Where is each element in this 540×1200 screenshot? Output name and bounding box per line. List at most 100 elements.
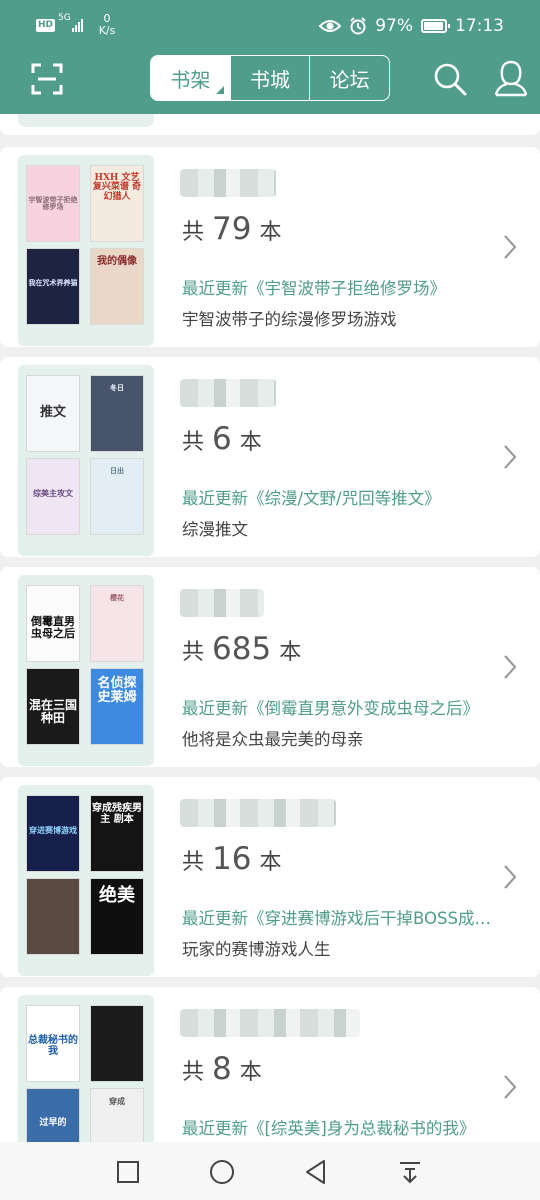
count-prefix: 共: [182, 220, 205, 245]
cover-title: 总裁秘书的我: [28, 1035, 78, 1057]
notification-pull-icon[interactable]: [396, 1158, 424, 1186]
cover-title: 过早的: [39, 1118, 67, 1128]
cover-title: 我在咒术界养猫: [28, 278, 78, 287]
book-cover: 综美主攻文: [26, 458, 80, 535]
count-suffix: 本: [259, 220, 282, 245]
booklist-card[interactable]: 倒霉直男 虫母之后 樱花 混在三国 种田 名侦探 史莱姆 共 685 本最近更新《倒霉直男意…: [0, 567, 540, 767]
status-right: 97% 17:13: [319, 14, 504, 38]
cover-title: 推文: [39, 405, 66, 420]
tab-bookstore[interactable]: 书城: [229, 56, 310, 100]
cover-title: 日出: [110, 466, 124, 475]
chevron-right-icon[interactable]: [502, 1073, 518, 1101]
cover-title: 绝美: [99, 885, 135, 906]
cover-title: 穿成残疾男主 剧本: [92, 803, 142, 825]
latest-update[interactable]: 最近更新《[综英美]身为总裁秘书的我》: [182, 1115, 494, 1139]
booklist-card[interactable]: 推文 冬日综美主攻文 日出 共 6 本最近更新《综漫/文野/咒回等推文》综漫推文: [0, 357, 540, 557]
cover-title: 倒霉直男 虫母之后: [31, 615, 75, 640]
book-cover: 我在咒术界养猫: [26, 248, 80, 325]
battery-fill: [424, 22, 444, 30]
status-bar: HD 5G 0 K/s 97% 17:13: [0, 0, 540, 48]
cover-title: 穿成: [109, 1096, 125, 1106]
cover-title: HXH 文艺复兴菜谱 奇幻猎人: [92, 173, 142, 202]
book-cover: 日出: [90, 458, 144, 535]
latest-update[interactable]: 最近更新《综漫/文野/咒回等推文》: [182, 485, 494, 509]
booklist-list: 宇智波带子拒绝修罗场 HXH 文艺复兴菜谱 奇幻猎人 我在咒术界养猫 我的偶像共 79 本…: [0, 114, 540, 1142]
tab-bookshelf[interactable]: 书架: [151, 56, 230, 100]
count-suffix: 本: [239, 430, 262, 455]
count-number: 8: [212, 1051, 232, 1087]
book-count: 共8本: [182, 1051, 262, 1087]
count-number: 79: [212, 211, 252, 247]
booklist-description: 他将是众虫最完美的母亲: [182, 730, 364, 749]
book-cover: 穿成残疾男主 剧本: [90, 795, 144, 872]
home-icon[interactable]: [208, 1158, 236, 1186]
hd-icon: HD: [36, 18, 56, 32]
latest-update[interactable]: 最近更新《穿进赛博游戏后干掉BOSS成功上位》: [182, 905, 494, 929]
cover-title: 穿进赛博游戏: [29, 825, 77, 835]
booklist-card[interactable]: 宇智波带子拒绝修罗场 HXH 文艺复兴菜谱 奇幻猎人我在咒术界养猫 我的偶像 共 79 本…: [0, 147, 540, 347]
booklist-description: 玩家的赛博游戏人生: [182, 940, 331, 959]
signal-icon: [71, 18, 83, 32]
list-item[interactable]: [0, 114, 540, 135]
user-icon[interactable]: [493, 59, 529, 97]
book-cover: 宇智波带子拒绝修罗场: [26, 165, 80, 242]
chevron-right-icon[interactable]: [502, 233, 518, 261]
book-cover: 穿成: [90, 1088, 144, 1142]
tab-forum[interactable]: 论坛: [309, 56, 389, 100]
book-count: 共 79 本: [182, 211, 281, 247]
chevron-right-icon[interactable]: [502, 863, 518, 891]
book-cover: 冬日: [90, 375, 144, 452]
book-cover: 过早的: [26, 1088, 80, 1142]
count-prefix: 共: [182, 1060, 205, 1085]
book-cover: 总裁秘书的我: [26, 1005, 80, 1082]
book-cover: 绝美: [90, 878, 144, 955]
top-nav-bar: 书架 书城 论坛: [0, 48, 540, 114]
cover-title: 综美主攻文: [33, 488, 73, 498]
cover-title: 我的偶像: [97, 256, 137, 267]
book-cover: 推文: [26, 375, 80, 452]
book-count: 共 685 本: [182, 631, 301, 667]
back-icon[interactable]: [302, 1158, 330, 1186]
recent-apps-icon[interactable]: [114, 1158, 142, 1186]
cover-title: 冬日: [110, 383, 124, 392]
book-cover: 名侦探 史莱姆: [90, 668, 144, 745]
cover-frame: 宇智波带子拒绝修罗场 HXH 文艺复兴菜谱 奇幻猎人我在咒术界养猫 我的偶像: [18, 155, 154, 346]
booklist-name-blurred: [180, 379, 276, 407]
booklist-name-blurred: [180, 589, 264, 617]
chevron-right-icon[interactable]: [502, 443, 518, 471]
count-suffix: 本: [279, 640, 302, 665]
booklist-name-blurred: [180, 169, 276, 197]
battery-icon: [421, 19, 450, 33]
latest-update[interactable]: 最近更新《倒霉直男意外变成虫母之后》: [182, 695, 494, 719]
cover-title: 宇智波带子拒绝修罗场: [28, 195, 78, 212]
book-cover: 樱花: [90, 585, 144, 662]
cover-frame: [18, 114, 154, 127]
cover-frame: 推文 冬日综美主攻文 日出: [18, 365, 154, 556]
book-cover: [26, 878, 80, 955]
count-suffix: 本: [259, 850, 282, 875]
chevron-right-icon[interactable]: [502, 653, 518, 681]
booklist-card[interactable]: 穿进赛博游戏 穿成残疾男主 剧本 绝美 共 16 本最近更新《穿进赛博游戏后干掉BOSS成…: [0, 777, 540, 977]
clock: 17:13: [455, 16, 504, 36]
search-icon[interactable]: [433, 62, 467, 96]
tab-switcher: 书架 书城 论坛: [150, 55, 390, 101]
booklist-description: 综漫推文: [182, 520, 248, 539]
booklist-name-blurred: [180, 799, 336, 827]
alarm-icon: [350, 17, 366, 35]
cover-frame: 穿进赛博游戏 穿成残疾男主 剧本 绝美: [18, 785, 154, 976]
scan-icon[interactable]: [31, 63, 63, 95]
book-cover: HXH 文艺复兴菜谱 奇幻猎人: [90, 165, 144, 242]
status-left: HD 5G 0 K/s: [36, 12, 115, 38]
book-cover: 我的偶像: [90, 248, 144, 325]
booklist-card[interactable]: 总裁秘书的我过早的 穿成 共 8 本最近更新《[综英美]身为总裁秘书的我》: [0, 987, 540, 1142]
book-cover: 穿进赛博游戏: [26, 795, 80, 872]
network-type: 5G: [58, 13, 71, 23]
eye-icon: [319, 20, 342, 32]
latest-update[interactable]: 最近更新《宇智波带子拒绝修罗场》: [182, 275, 494, 299]
book-cover: 混在三国 种田: [26, 668, 80, 745]
cover-frame: 倒霉直男 虫母之后 樱花 混在三国 种田 名侦探 史莱姆: [18, 575, 154, 766]
book-count: 共 16 本: [182, 841, 281, 877]
book-count: 共6本: [182, 421, 262, 457]
battery-percent: 97%: [375, 16, 413, 36]
system-nav-bar: [0, 1142, 540, 1200]
